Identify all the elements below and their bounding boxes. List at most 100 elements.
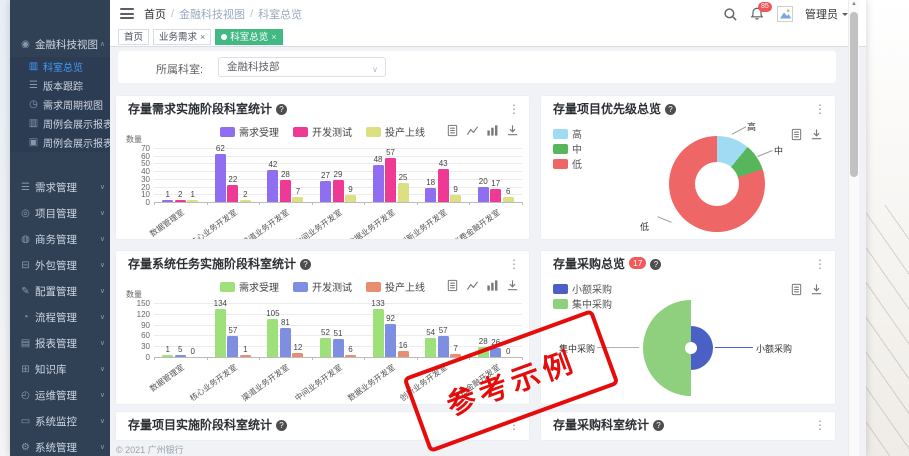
bar-value-label: 1 [181,190,205,199]
bar[interactable] [398,351,409,357]
chart-plot[interactable]: 0306090120150数量150数据管理室134571核心业务开发室1058… [154,303,522,357]
sidebar-item[interactable]: ▣周例会展示报表-采购 [10,133,110,152]
department-select[interactable]: 金融科技部 ∨ [218,57,386,77]
kebab-menu-icon[interactable]: ⋮ [508,251,520,277]
help-icon[interactable]: ? [653,420,664,431]
data-view-icon[interactable] [446,279,459,292]
data-view-icon[interactable] [790,283,803,296]
bar[interactable] [162,200,173,202]
y-tick-label: 60 [122,331,150,340]
donut-chart[interactable] [669,136,765,232]
sidebar-item[interactable]: ◴运维管理∨ [10,382,110,408]
bar[interactable] [398,183,409,202]
search-icon[interactable] [723,7,738,22]
y-tick-label: 90 [122,321,150,330]
legend-item[interactable]: 低 [553,156,582,171]
bar[interactable] [320,338,331,357]
user-menu[interactable]: 管理员 [805,6,848,22]
legend-item[interactable]: 开发测试 [293,279,352,294]
line-chart-icon[interactable] [466,279,479,292]
sidebar-item[interactable]: ▥周例会展示报表-项目 [10,114,110,133]
legend-item[interactable]: 小额采购 [553,281,612,296]
bar-chart-icon[interactable] [486,124,499,137]
outsourcing-mgmt-icon: ⊟ [19,260,32,271]
bar[interactable] [320,181,331,202]
bar[interactable] [345,195,356,202]
legend-item[interactable]: 高 [553,126,582,141]
gridline [154,325,522,326]
legend-item[interactable]: 中 [553,141,582,156]
chart-plot[interactable]: 010203040506070数量121数据管理室62222核心业务开发室422… [154,148,522,202]
download-icon[interactable] [810,128,823,141]
bar-value-label: 43 [431,159,455,168]
bar[interactable] [175,200,186,202]
close-tab-icon[interactable]: × [200,31,205,44]
legend-item[interactable]: 需求受理 [220,124,279,139]
bar-chart-canvas: 需求受理开发测试投产上线 010203040506070数量121数据管理室622… [124,122,521,239]
notifications-bell-icon[interactable]: 85 [750,6,765,22]
tab[interactable]: 科室总览× [215,29,282,45]
legend-item[interactable]: 投产上线 [366,279,425,294]
avatar[interactable] [777,6,793,22]
chevron-down-icon: ∨ [100,209,105,217]
sidebar-item[interactable]: ◉金融科技视图∧ [10,31,110,57]
bar[interactable] [240,355,251,357]
legend-item[interactable]: 集中采购 [553,296,612,311]
breadcrumb-item[interactable]: 首页 [144,6,166,22]
sidebar-item[interactable]: ⊟外包管理∨ [10,252,110,278]
download-icon[interactable] [506,279,519,292]
dept-overview-icon: ▥ [27,61,40,72]
kebab-menu-icon[interactable]: ⋮ [814,251,826,277]
bar[interactable] [292,353,303,357]
sidebar-item[interactable]: ◷需求周期视图 [10,95,110,114]
sidebar-item[interactable]: ⚙系统管理∨ [10,434,110,456]
scroll-up-icon[interactable]: ▲ [849,1,859,7]
legend-item[interactable]: 投产上线 [366,124,425,139]
bar[interactable] [162,355,173,357]
y-tick-label: 30 [122,175,150,184]
help-icon[interactable]: ? [276,420,287,431]
download-icon[interactable] [506,124,519,137]
data-view-icon[interactable] [446,124,459,137]
help-icon[interactable]: ? [300,259,311,270]
bar[interactable] [425,338,436,357]
chevron-down-icon: ∨ [100,339,105,347]
bar[interactable] [240,200,251,202]
scrollbar-thumb[interactable] [850,12,858,177]
help-icon[interactable]: ? [276,104,287,115]
sidebar-item[interactable]: ✎配置管理∨ [10,278,110,304]
bar[interactable] [425,188,436,202]
sidebar-item[interactable]: ◍商务管理∨ [10,226,110,252]
kebab-menu-icon[interactable]: ⋮ [814,412,826,438]
kebab-menu-icon[interactable]: ⋮ [508,96,520,122]
bar[interactable] [345,355,356,357]
sidebar-item[interactable]: ◎项目管理∨ [10,200,110,226]
scrollbar[interactable]: ▲ [848,0,859,456]
help-icon[interactable]: ? [665,104,676,115]
data-view-icon[interactable] [790,128,803,141]
sidebar-item[interactable]: ◔流程管理∨ [10,304,110,330]
hamburger-menu-icon[interactable] [120,8,134,20]
tab[interactable]: 首页 [118,29,149,45]
bar-chart-icon[interactable] [486,279,499,292]
sidebar-item[interactable]: ▭系统监控∨ [10,408,110,434]
legend-item[interactable]: 开发测试 [293,124,352,139]
sidebar-item[interactable]: ☰版本跟踪 [10,76,110,95]
download-icon[interactable] [810,283,823,296]
help-icon[interactable]: ? [650,259,661,270]
tab[interactable]: 业务需求× [153,29,211,45]
bar[interactable] [478,187,489,202]
bar[interactable] [187,200,198,202]
bar[interactable] [503,197,514,202]
bar[interactable] [292,197,303,202]
bar[interactable] [373,165,384,202]
sidebar-item[interactable]: ▥科室总览 [10,57,110,76]
kebab-menu-icon[interactable]: ⋮ [814,96,826,122]
sidebar-item[interactable]: ⊞知识库∨ [10,356,110,382]
sidebar-item[interactable]: ☰需求管理∨ [10,174,110,200]
line-chart-icon[interactable] [466,124,479,137]
bar[interactable] [450,195,461,202]
close-tab-icon[interactable]: × [271,31,276,44]
sidebar-item[interactable]: ▤报表管理∨ [10,330,110,356]
legend-item[interactable]: 需求受理 [220,279,279,294]
